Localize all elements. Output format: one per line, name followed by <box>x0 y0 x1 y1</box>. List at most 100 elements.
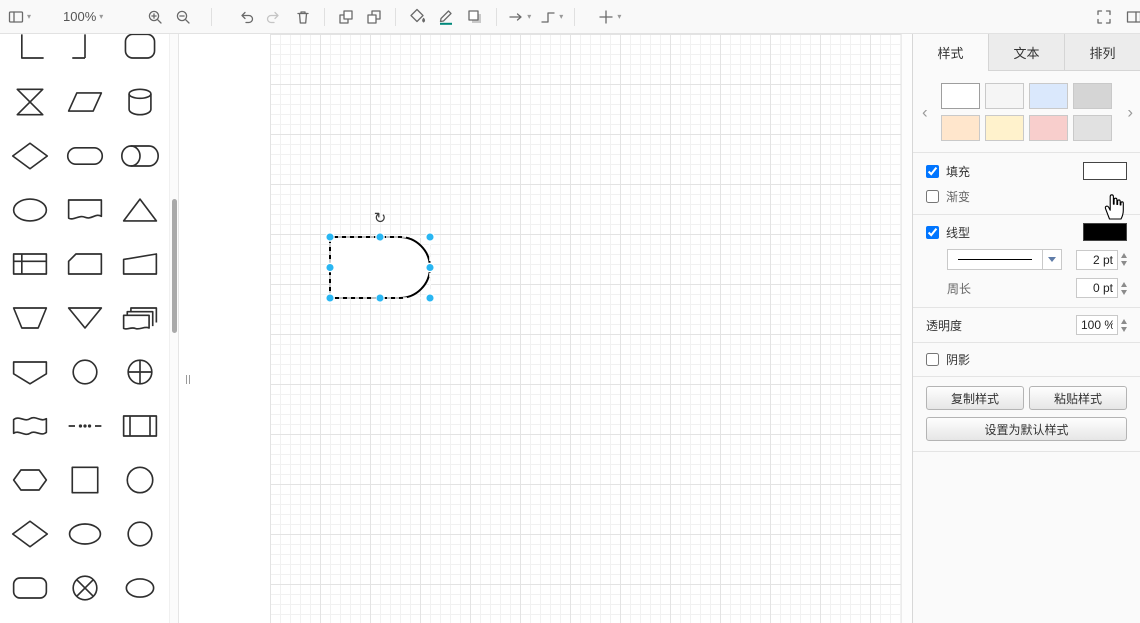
shape-diamond-2[interactable] <box>2 507 57 561</box>
zoom-in-button[interactable] <box>143 4 167 30</box>
line-color-icon <box>438 8 454 25</box>
tab-text[interactable]: 文本 <box>988 34 1064 71</box>
style-swatch-3[interactable] <box>1073 83 1112 109</box>
handle-e[interactable] <box>426 263 434 271</box>
paste-style-button[interactable]: 粘贴样式 <box>1029 386 1127 410</box>
shape-panel-scrollbar[interactable] <box>169 34 178 623</box>
line-style-dropdown[interactable] <box>1043 249 1062 270</box>
shape-manual-input[interactable] <box>112 237 167 291</box>
shape-stadium[interactable] <box>57 129 112 183</box>
shape-circle-large[interactable] <box>112 453 167 507</box>
shape-ellipse[interactable] <box>2 183 57 237</box>
tab-arrange[interactable]: 排列 <box>1064 34 1140 71</box>
step-up-icon[interactable] <box>1121 253 1127 258</box>
shape-wave-banner[interactable] <box>2 399 57 453</box>
style-swatch-4[interactable] <box>941 115 980 141</box>
handle-se[interactable] <box>426 294 434 302</box>
redo-button[interactable] <box>261 4 285 30</box>
zoom-out-button[interactable] <box>171 4 195 30</box>
scrollbar-thumb[interactable] <box>172 199 177 333</box>
shape-internal-storage[interactable] <box>2 237 57 291</box>
shape-ellipse-small[interactable] <box>112 561 167 615</box>
line-checkbox[interactable] <box>926 226 939 239</box>
handle-ne[interactable] <box>426 233 434 241</box>
shape-cylinder[interactable] <box>112 75 167 129</box>
shape-document[interactable] <box>57 183 112 237</box>
shape-multi-document[interactable] <box>112 291 167 345</box>
shape-hexagon[interactable] <box>2 453 57 507</box>
to-back-button[interactable] <box>362 4 386 30</box>
fill-color-swatch[interactable] <box>1083 162 1127 180</box>
style-swatch-2[interactable] <box>1029 83 1068 109</box>
handle-n[interactable] <box>376 233 384 241</box>
step-up-icon[interactable] <box>1121 282 1127 287</box>
fullscreen-button[interactable] <box>1092 4 1116 30</box>
canvas-scrollbar[interactable] <box>901 34 912 623</box>
delete-button[interactable] <box>291 4 315 30</box>
shape-inverted-triangle[interactable] <box>57 291 112 345</box>
style-swatch-0[interactable] <box>941 83 980 109</box>
set-default-style-button[interactable]: 设置为默认样式 <box>926 417 1127 441</box>
shape-round-rect-top[interactable] <box>112 34 167 75</box>
to-front-button[interactable] <box>334 4 358 30</box>
undo-button[interactable] <box>235 4 259 30</box>
style-swatch-6[interactable] <box>1029 115 1068 141</box>
shape-corner[interactable] <box>2 34 57 75</box>
shape-tee[interactable] <box>57 34 112 75</box>
shape-triangle[interactable] <box>112 183 167 237</box>
style-swatch-7[interactable] <box>1073 115 1112 141</box>
selected-delay-shape[interactable] <box>330 237 430 298</box>
copy-style-button[interactable]: 复制样式 <box>926 386 1024 410</box>
shape-circle[interactable] <box>57 345 112 399</box>
opacity-input[interactable] <box>1076 315 1118 335</box>
style-swatch-1[interactable] <box>985 83 1024 109</box>
shape-trapezoid[interactable] <box>2 291 57 345</box>
shape-hourglass[interactable] <box>2 75 57 129</box>
shape-circle-x[interactable] <box>57 561 112 615</box>
shape-collate-dots[interactable] <box>57 399 112 453</box>
shadow-toggle-button[interactable] <box>463 4 487 30</box>
shape-pentagon-shield[interactable] <box>2 345 57 399</box>
step-down-icon[interactable] <box>1121 327 1127 332</box>
shape-square[interactable] <box>57 453 112 507</box>
style-swatch-5[interactable] <box>985 115 1024 141</box>
connection-style-button[interactable]: ▾ <box>506 4 533 30</box>
handle-s[interactable] <box>376 294 384 302</box>
shape-parallelogram[interactable] <box>57 75 112 129</box>
waypoint-style-button[interactable]: ▾ <box>538 4 565 30</box>
step-down-icon[interactable] <box>1121 290 1127 295</box>
panel-resize-grip[interactable] <box>186 375 194 389</box>
line-color-button[interactable] <box>434 4 458 30</box>
line-style-preview[interactable] <box>947 249 1043 270</box>
shape-circle-2[interactable] <box>112 507 167 561</box>
format-panel-toggle-button[interactable] <box>1122 4 1140 30</box>
step-down-icon[interactable] <box>1121 261 1127 266</box>
rotation-handle[interactable]: ↻ <box>374 209 387 227</box>
drawing-canvas[interactable]: ↻ <box>179 34 912 623</box>
shape-diamond[interactable] <box>2 129 57 183</box>
shape-ellipse-wide[interactable] <box>57 507 112 561</box>
perimeter-input[interactable] <box>1076 278 1118 298</box>
shape-horizontal-cylinder[interactable] <box>112 129 167 183</box>
insert-button[interactable]: ▾ <box>596 4 623 30</box>
shape-rounded-rect[interactable] <box>2 561 57 615</box>
shape-circle-cross[interactable] <box>112 345 167 399</box>
shape-card[interactable] <box>57 237 112 291</box>
step-up-icon[interactable] <box>1121 319 1127 324</box>
fill-checkbox[interactable] <box>926 165 939 178</box>
gradient-checkbox[interactable] <box>926 190 939 203</box>
handle-w[interactable] <box>326 263 334 271</box>
zoom-dropdown[interactable]: 100% ▾ <box>57 4 105 30</box>
swatch-next-arrow[interactable]: › <box>1127 103 1133 120</box>
swatch-prev-arrow[interactable]: ‹ <box>922 103 928 120</box>
shadow-checkbox[interactable] <box>926 353 939 366</box>
tab-style[interactable]: 样式 <box>913 34 988 71</box>
gradient-row: 渐变 <box>913 184 1140 214</box>
handle-sw[interactable] <box>326 294 334 302</box>
fill-color-button[interactable] <box>405 4 429 30</box>
view-layout-button[interactable]: ▾ <box>6 4 33 30</box>
shape-framed-rect[interactable] <box>112 399 167 453</box>
line-color-swatch[interactable] <box>1083 223 1127 241</box>
handle-nw[interactable] <box>326 233 334 241</box>
line-width-input[interactable] <box>1076 250 1118 270</box>
